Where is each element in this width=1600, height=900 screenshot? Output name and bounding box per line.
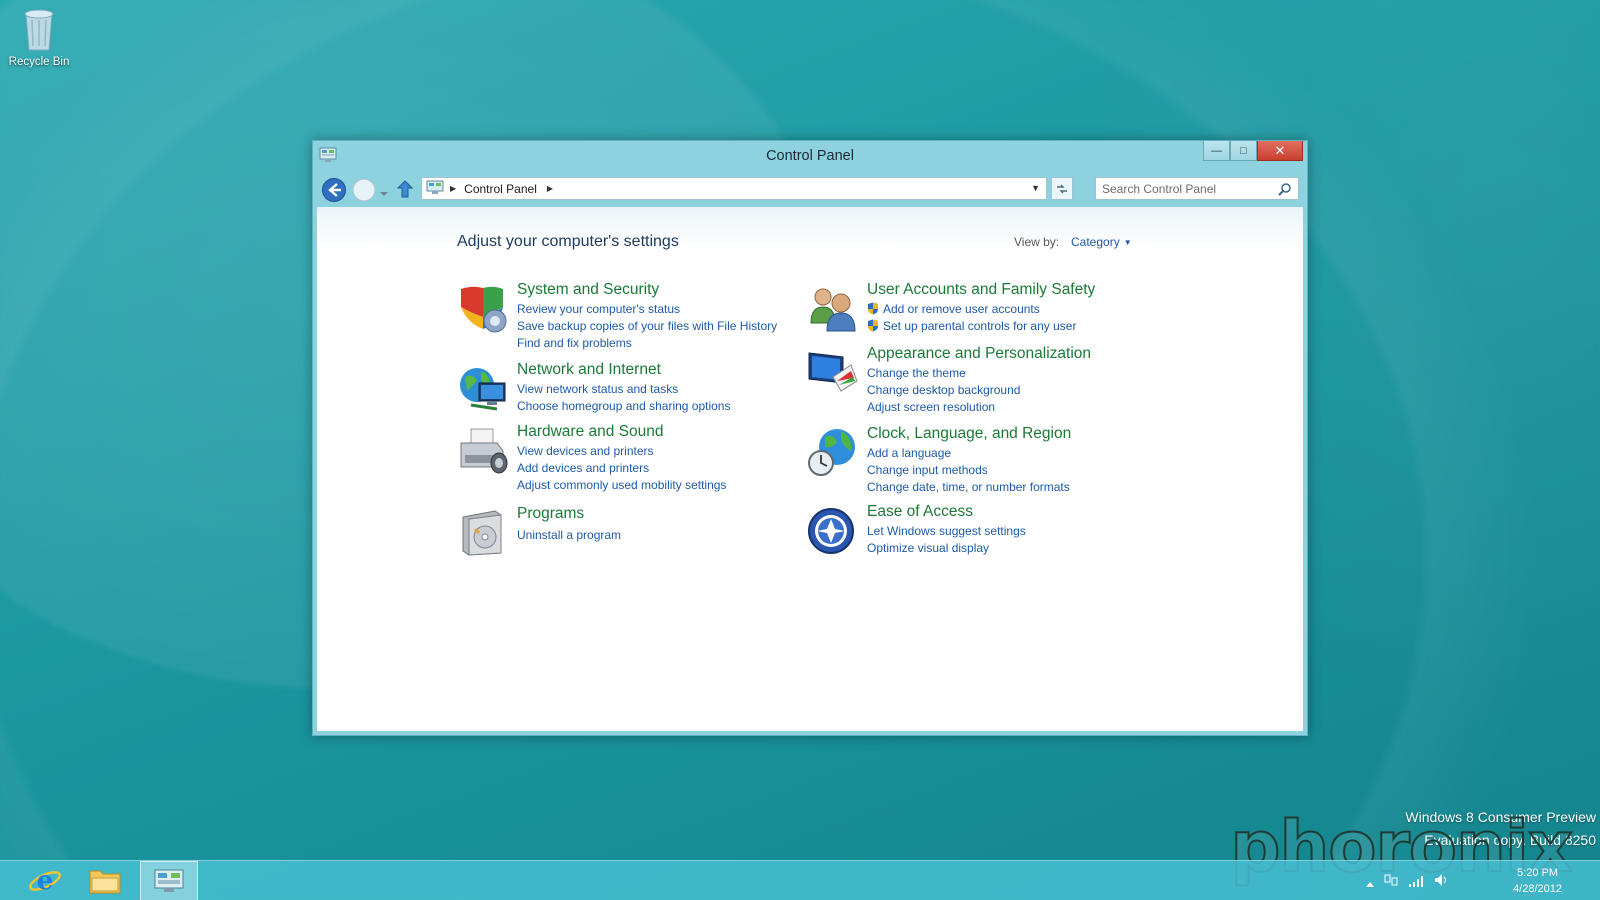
signal-icon[interactable] [1408,874,1424,892]
category-link[interactable]: Adjust commonly used mobility settings [517,477,726,494]
search-input[interactable]: Search Control Panel [1095,177,1299,200]
category-link[interactable]: Find and fix problems [517,335,777,352]
chevron-down-icon [380,192,388,196]
link-text: Add or remove user accounts [883,302,1040,316]
monitor-icon [808,352,858,392]
clock-date: 4/28/2012 [1513,883,1562,895]
category-link[interactable]: Review your computer's status [517,301,777,318]
category-link[interactable]: View devices and printers [517,443,726,460]
window-title: Control Panel [766,148,854,164]
category-link[interactable]: Save backup copies of your files with Fi… [517,318,777,335]
category-title[interactable]: System and Security [517,281,777,299]
category-link[interactable]: Let Windows suggest settings [867,523,1026,540]
control-panel-small-icon [426,180,444,198]
refresh-button[interactable] [1051,177,1073,200]
recent-pages-button[interactable] [379,185,389,203]
forward-arrow-icon [352,178,376,202]
refresh-icon [1057,184,1067,193]
title-bar[interactable]: Control Panel — □ ✕ [313,141,1307,173]
category-link[interactable]: Change the theme [867,365,1091,382]
recycle-bin-icon [24,9,54,51]
clock[interactable]: 5:20 PM 4/28/2012 [1513,865,1562,897]
category-link[interactable]: Add devices and printers [517,460,726,477]
category-title[interactable]: Clock, Language, and Region [867,425,1071,443]
view-by-value: Category [1071,235,1120,249]
category-link[interactable]: Add or remove user accounts [867,301,1095,318]
breadcrumb-separator-icon[interactable]: ▶ [450,184,456,193]
up-arrow-icon [396,180,414,198]
forward-button[interactable] [351,177,377,208]
link-text: Set up parental controls for any user [883,319,1077,333]
close-icon: ✕ [1274,142,1286,158]
address-dropdown-icon[interactable]: ▼ [1031,183,1040,193]
category-link[interactable]: Choose homegroup and sharing options [517,398,730,415]
recycle-bin[interactable]: Recycle Bin [6,6,72,68]
category-title[interactable]: Hardware and Sound [517,423,726,441]
view-by-dropdown[interactable]: Category ▼ [1071,235,1132,249]
category-link[interactable]: Change input methods [867,462,1071,479]
shield-icon [461,286,507,333]
minimize-icon: — [1211,144,1222,157]
category-link[interactable]: View network status and tasks [517,381,730,398]
uac-shield-icon [868,302,878,315]
category-title[interactable]: Network and Internet [517,361,730,379]
view-by-label: View by: [1014,235,1060,249]
chevron-down-icon: ▼ [1123,238,1132,247]
system-tray [1366,873,1450,892]
taskbar: e 5:20 PM 4/28/2012 [0,860,1600,900]
category-link[interactable]: Uninstall a program [517,527,621,544]
category-link[interactable]: Change date, time, or number formats [867,479,1071,496]
globe-clock-icon [808,429,855,476]
network-icon[interactable] [1384,873,1398,892]
printer-icon [460,428,508,474]
back-button[interactable] [321,177,347,208]
ease-of-access-icon [808,508,854,554]
page-title: Adjust your computer's settings [457,233,679,250]
taskbar-control-panel[interactable] [140,861,198,900]
category-title[interactable]: User Accounts and Family Safety [867,281,1095,299]
back-arrow-icon [322,178,346,202]
taskbar-internet-explorer[interactable]: e [16,861,74,900]
search-icon[interactable] [1278,182,1292,196]
folder-icon [89,870,121,894]
clock-time: 5:20 PM [1517,867,1559,879]
category-title[interactable]: Appearance and Personalization [867,345,1091,363]
close-button[interactable]: ✕ [1257,141,1303,161]
show-hidden-icons-icon[interactable] [1366,874,1374,892]
svg-text:e: e [37,866,54,896]
category-title[interactable]: Ease of Access [867,503,1026,521]
content-area: Adjust your computer's settings View by:… [317,207,1303,731]
up-button[interactable] [396,180,414,203]
control-panel-window: Control Panel — □ ✕ ▶ Control Panel ▶ ▼ [312,140,1308,736]
breadcrumb-control-panel[interactable]: Control Panel [464,182,537,196]
programs-icon [462,510,502,556]
navigation-bar: ▶ Control Panel ▶ ▼ Search Control Panel [313,173,1307,207]
category-link[interactable]: Change desktop background [867,382,1091,399]
globe-network-icon [460,368,506,411]
category-link[interactable]: Set up parental controls for any user [867,318,1095,335]
taskbar-file-explorer[interactable] [76,861,134,900]
recycle-bin-label: Recycle Bin [8,56,70,68]
maximize-icon: □ [1240,144,1247,157]
control-panel-icon [154,869,184,892]
internet-explorer-icon: e [29,866,61,896]
users-icon [810,288,856,332]
maximize-button[interactable]: □ [1230,141,1257,161]
category-link[interactable]: Adjust screen resolution [867,399,1091,416]
category-link[interactable]: Optimize visual display [867,540,1026,557]
breadcrumb-separator-icon[interactable]: ▶ [547,184,553,193]
category-link[interactable]: Add a language [867,445,1071,462]
volume-icon[interactable] [1434,873,1450,892]
search-placeholder: Search Control Panel [1102,182,1217,196]
category-title[interactable]: Programs [517,505,621,523]
uac-shield-icon [868,319,878,332]
minimize-button[interactable]: — [1203,141,1230,161]
address-bar[interactable]: ▶ Control Panel ▶ ▼ [421,177,1047,200]
